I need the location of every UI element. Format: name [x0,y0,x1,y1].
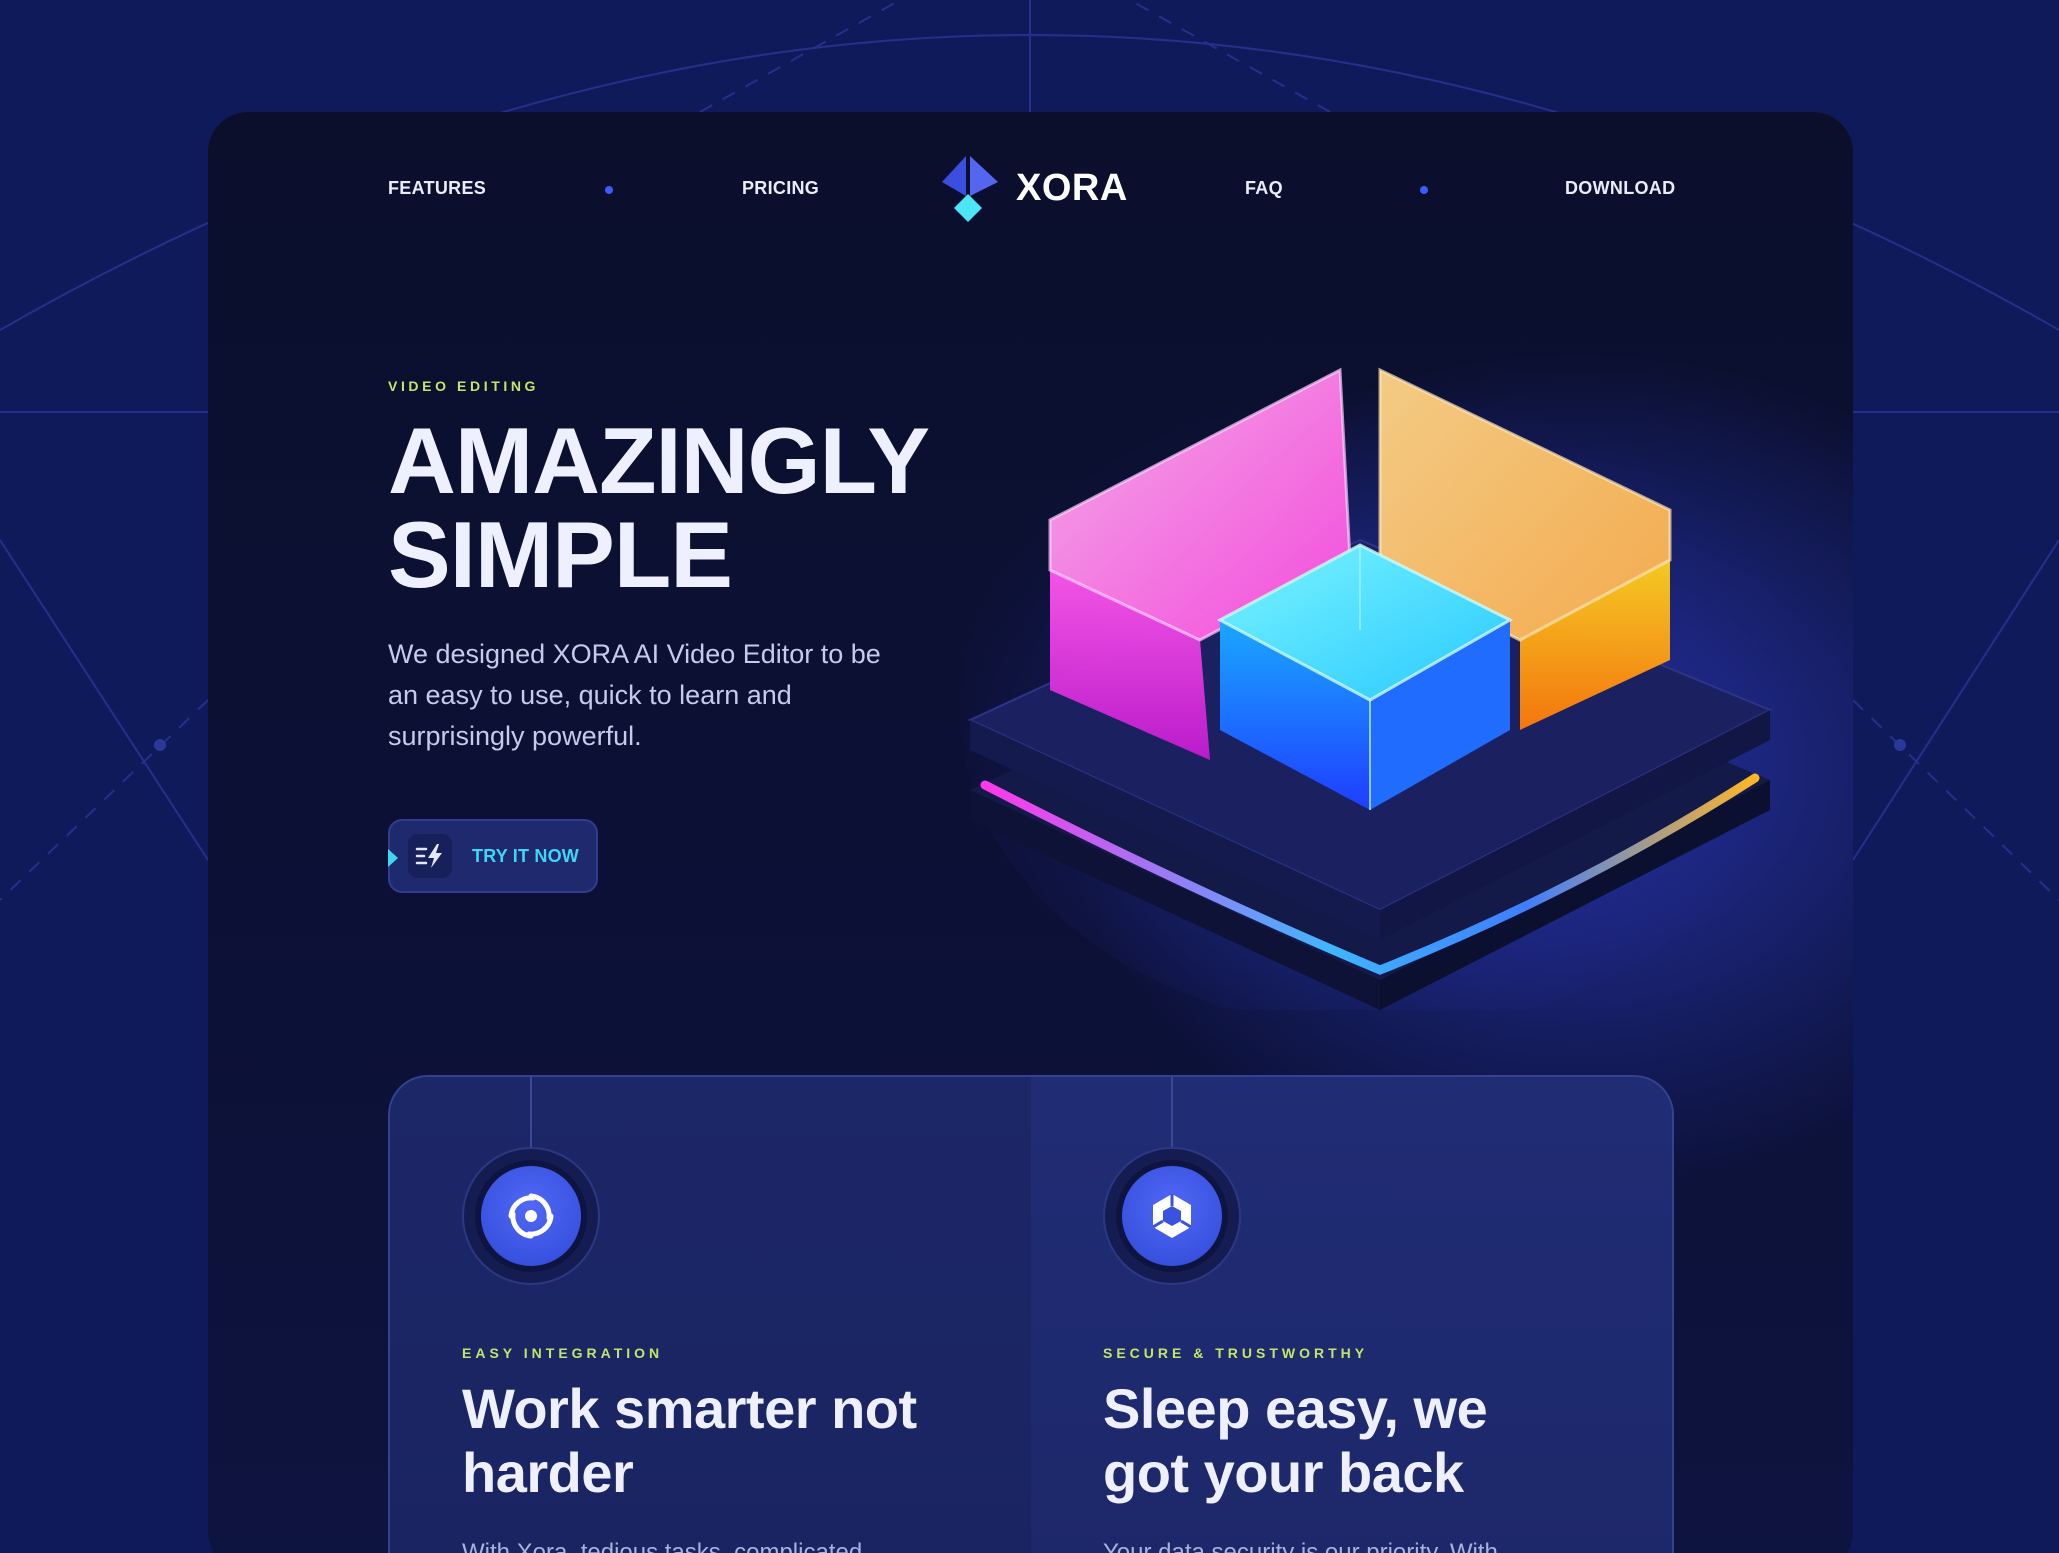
xora-logo-icon [942,156,998,222]
lightning-icon [408,834,452,878]
card-body: Your data security is our priority. With [1103,1539,1498,1553]
feature-card-easy-integration: EASY INTEGRATION Work smarter not harder… [390,1077,1031,1553]
card-connector-line [1171,1077,1173,1151]
nav-faq-link[interactable]: FAQ [1245,178,1283,199]
caret-right-icon [388,849,398,867]
hero-description: We designed XORA AI Video Editor to be a… [388,639,881,751]
feature-icon-badge [1103,1147,1241,1285]
nav-download-link[interactable]: DOWNLOAD [1565,178,1675,199]
hexagon-ring-icon [1122,1166,1222,1266]
card-title: Work smarter not harder [462,1377,917,1504]
card-connector-line [530,1077,532,1151]
card-eyebrow: EASY INTEGRATION [462,1345,664,1361]
hero-3d-illustration [960,367,1800,1010]
feature-icon-badge [462,1147,600,1285]
swirl-icon [481,1166,581,1266]
brand-name: XORA [1016,166,1128,209]
feature-card-secure: SECURE & TRUSTWORTHY Sleep easy, we got … [1031,1077,1672,1553]
card-eyebrow: SECURE & TRUSTWORTHY [1103,1345,1369,1361]
nav-pricing-link[interactable]: PRICING [742,178,819,199]
card-title: Sleep easy, we got your back [1103,1377,1488,1504]
hero-title-line-1: AMAZINGLY [388,408,930,513]
try-it-now-button[interactable]: TRY IT NOW [388,819,598,893]
card-body: With Xora, tedious tasks, complicated [462,1539,863,1553]
features-card-panel: EASY INTEGRATION Work smarter not harder… [388,1075,1674,1553]
hero-eyebrow: VIDEO EDITING [388,378,540,394]
try-it-now-label: TRY IT NOW [472,845,579,866]
brand-logo[interactable]: XORA [936,154,1128,222]
nav-separator-dot [1420,186,1428,194]
nav-features-link[interactable]: FEATURES [388,178,486,199]
hero-title: AMAZINGLY SIMPLE [388,408,930,607]
nav-separator-dot [605,186,613,194]
hero-title-line-2: SIMPLE [388,502,733,607]
